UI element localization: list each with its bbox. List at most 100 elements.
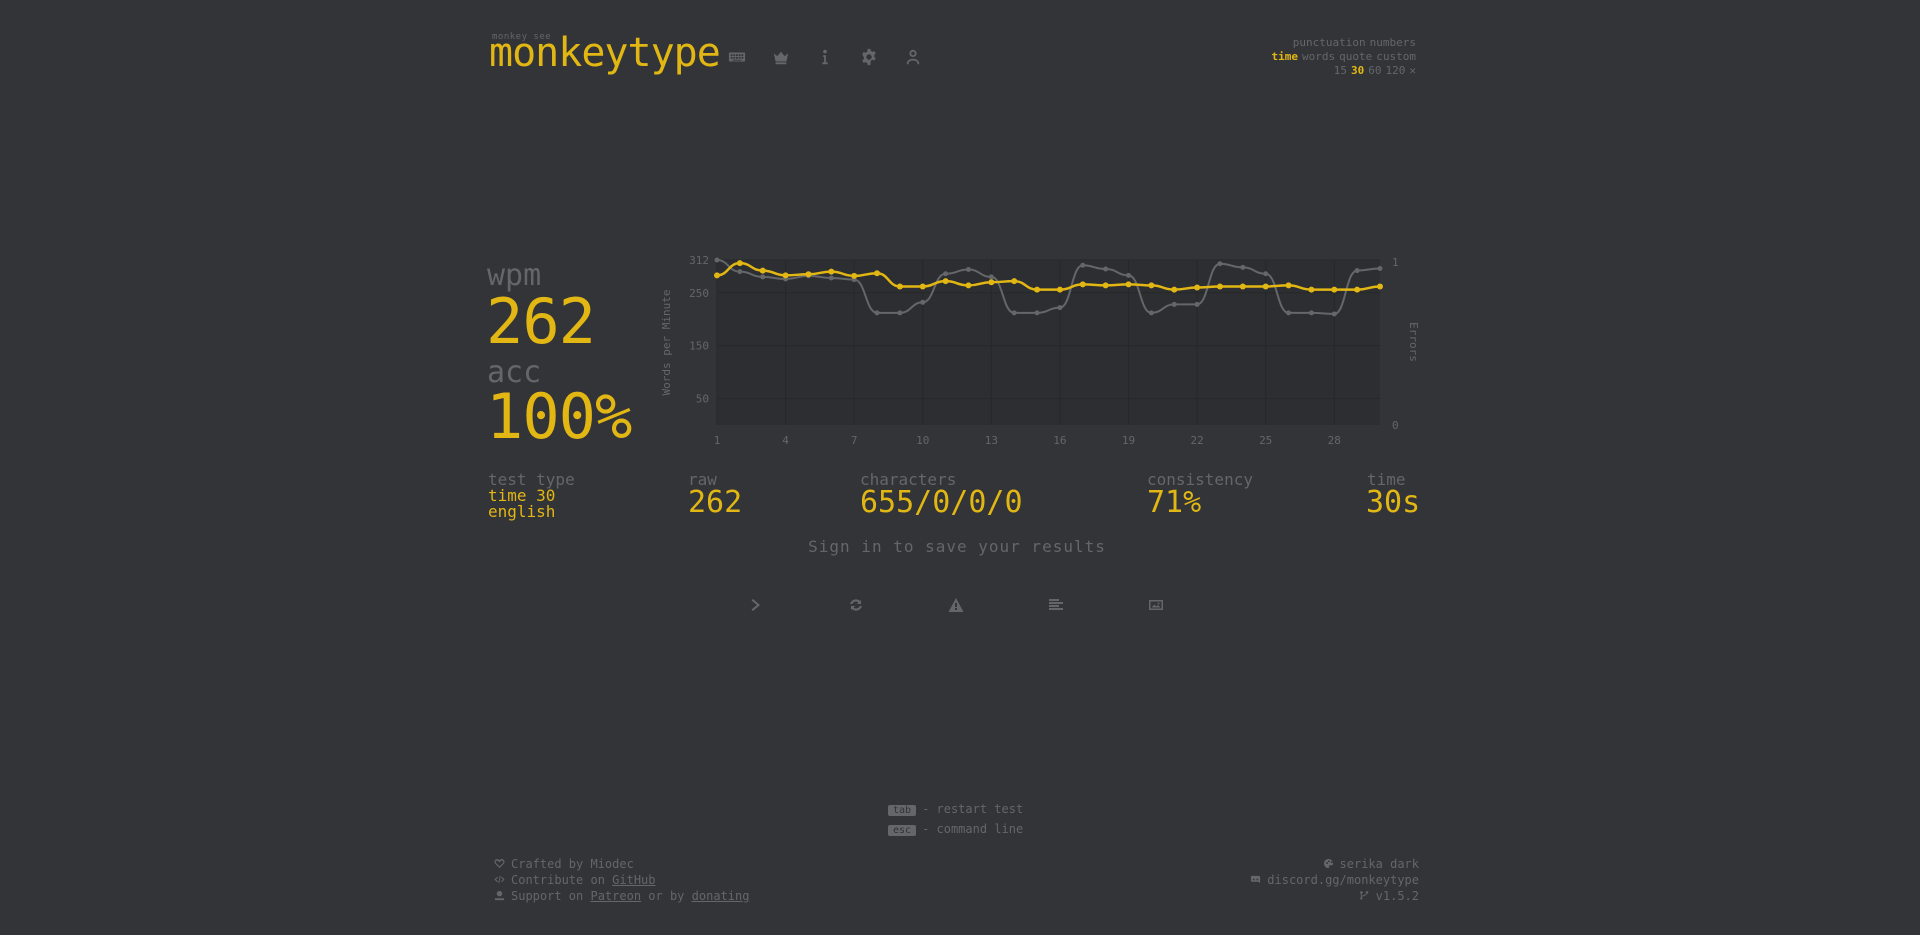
footer-discord[interactable]: discord.gg/monkeytype xyxy=(1250,872,1419,888)
chart-data-point xyxy=(919,283,926,290)
hint-command: esc - command line xyxy=(888,822,1023,836)
chart-data-point xyxy=(1331,311,1337,317)
config-punctuation[interactable]: punctuation xyxy=(1293,36,1366,49)
restart-test-button[interactable] xyxy=(841,590,871,620)
chart-data-point xyxy=(759,267,766,274)
chart-data-point xyxy=(1354,286,1361,293)
refresh-icon xyxy=(850,599,862,611)
chart-data-point xyxy=(1377,283,1383,290)
chart-data-point xyxy=(1331,286,1338,293)
chart-data-point xyxy=(1286,310,1292,316)
chart-data-point xyxy=(1034,286,1041,293)
config-time-30[interactable]: 30 xyxy=(1351,64,1364,77)
word-history-button[interactable] xyxy=(1041,590,1071,620)
chart-data-point xyxy=(1308,286,1315,293)
version-text: v1.5.2 xyxy=(1375,889,1419,903)
crafted-text: Crafted by Miodec xyxy=(511,857,634,871)
config-mode-quote[interactable]: quote xyxy=(1339,50,1372,63)
footer-version[interactable]: v1.5.2 xyxy=(1250,888,1419,904)
config-numbers[interactable]: numbers xyxy=(1370,36,1416,49)
support-prefix: Support on xyxy=(511,889,591,903)
footer-support: Support on Patreon or by donating xyxy=(494,888,749,904)
chart-data-point xyxy=(714,272,720,279)
chart-data-point xyxy=(874,270,881,277)
config-mode-custom[interactable]: custom xyxy=(1376,50,1416,63)
config-row-modifiers: punctuation numbers xyxy=(1268,36,1416,50)
config-time-60[interactable]: 60 xyxy=(1368,64,1381,77)
gear-icon[interactable] xyxy=(857,45,881,69)
chart-data-point xyxy=(1240,264,1246,270)
chart-data-point xyxy=(1308,310,1314,316)
code-icon xyxy=(494,875,505,884)
footer-left: Crafted by Miodec Contribute on GitHub S… xyxy=(494,856,749,904)
chart-data-point xyxy=(1285,282,1292,289)
tab-key: tab xyxy=(888,805,917,816)
custom-time-icon[interactable]: ✕ xyxy=(1409,64,1416,77)
hint-restart-text: - restart test xyxy=(922,802,1024,816)
chart-data-point xyxy=(1216,283,1223,290)
chart-data-point xyxy=(782,272,789,279)
chart-x-tick-label: 25 xyxy=(1259,434,1272,447)
next-test-button[interactable] xyxy=(741,590,771,620)
github-link[interactable]: GitHub xyxy=(612,873,655,887)
hint-command-text: - command line xyxy=(922,822,1024,836)
chart-data-point xyxy=(1171,301,1177,307)
chart-x-tick-label: 7 xyxy=(851,434,858,447)
theme-name: serika dark xyxy=(1339,857,1419,871)
chart-data-point xyxy=(1194,301,1200,307)
footer-theme[interactable]: serika dark xyxy=(1250,856,1419,872)
config-mode-time[interactable]: time xyxy=(1272,50,1299,63)
chart-data-point xyxy=(1171,286,1178,293)
chart-x-tick-label: 10 xyxy=(916,434,929,447)
chart-x-tick-label: 19 xyxy=(1122,434,1135,447)
chart-data-point xyxy=(736,260,743,267)
heart-icon xyxy=(494,859,505,869)
chart-data-point xyxy=(1103,266,1109,272)
report-button[interactable] xyxy=(941,590,971,620)
donating-link[interactable]: donating xyxy=(692,889,750,903)
chart-data-point xyxy=(828,268,835,275)
chart-x-tick-label: 28 xyxy=(1328,434,1341,447)
acc-value: 100% xyxy=(486,380,632,453)
chart-y-axis-label: Words per Minute xyxy=(660,290,673,396)
chart-data-point xyxy=(714,257,720,263)
sign-in-message[interactable]: Sign in to save your results xyxy=(0,537,1914,556)
characters-value: 655/0/0/0 xyxy=(860,485,1023,520)
crown-icon[interactable] xyxy=(769,45,793,69)
chart-y2-tick-label: 0 xyxy=(1392,419,1399,432)
config-time-15[interactable]: 15 xyxy=(1334,64,1347,77)
user-icon[interactable] xyxy=(901,45,925,69)
chart-data-point xyxy=(1057,305,1063,311)
logo[interactable]: monkeytype xyxy=(489,30,721,76)
chart-data-point xyxy=(988,279,995,286)
chart-data-point xyxy=(965,282,972,289)
chart-x-tick-label: 22 xyxy=(1190,434,1203,447)
chart-data-point xyxy=(1262,283,1269,290)
chart-data-point xyxy=(1080,262,1086,268)
chart-data-point xyxy=(1354,268,1360,274)
screenshot-button[interactable] xyxy=(1141,590,1171,620)
chart-data-point xyxy=(851,272,858,279)
config-time-120[interactable]: 120 xyxy=(1386,64,1406,77)
footer-contribute: Contribute on GitHub xyxy=(494,872,749,888)
info-icon[interactable] xyxy=(813,45,837,69)
patreon-link[interactable]: Patreon xyxy=(590,889,641,903)
chart-data-point xyxy=(942,278,949,285)
time-value: 30s xyxy=(1366,485,1421,520)
chart-y-tick-label: 250 xyxy=(689,287,709,300)
chart-data-point xyxy=(1263,271,1269,277)
chart-data-point xyxy=(965,267,971,273)
chart-y-tick-label: 312 xyxy=(689,254,709,267)
chart-data-point xyxy=(1102,282,1109,289)
support-mid: or by xyxy=(641,889,692,903)
chart-data-point xyxy=(897,310,903,316)
chart-data-point xyxy=(1148,310,1154,316)
chart-data-point xyxy=(896,283,903,290)
chart-data-point xyxy=(1217,261,1223,267)
config-mode-words[interactable]: words xyxy=(1302,50,1335,63)
warning-icon xyxy=(948,598,964,612)
discord-link: discord.gg/monkeytype xyxy=(1267,873,1419,887)
keyboard-icon[interactable] xyxy=(725,45,749,69)
chart-y2-tick-label: 1 xyxy=(1392,256,1399,269)
image-icon xyxy=(1149,600,1163,610)
